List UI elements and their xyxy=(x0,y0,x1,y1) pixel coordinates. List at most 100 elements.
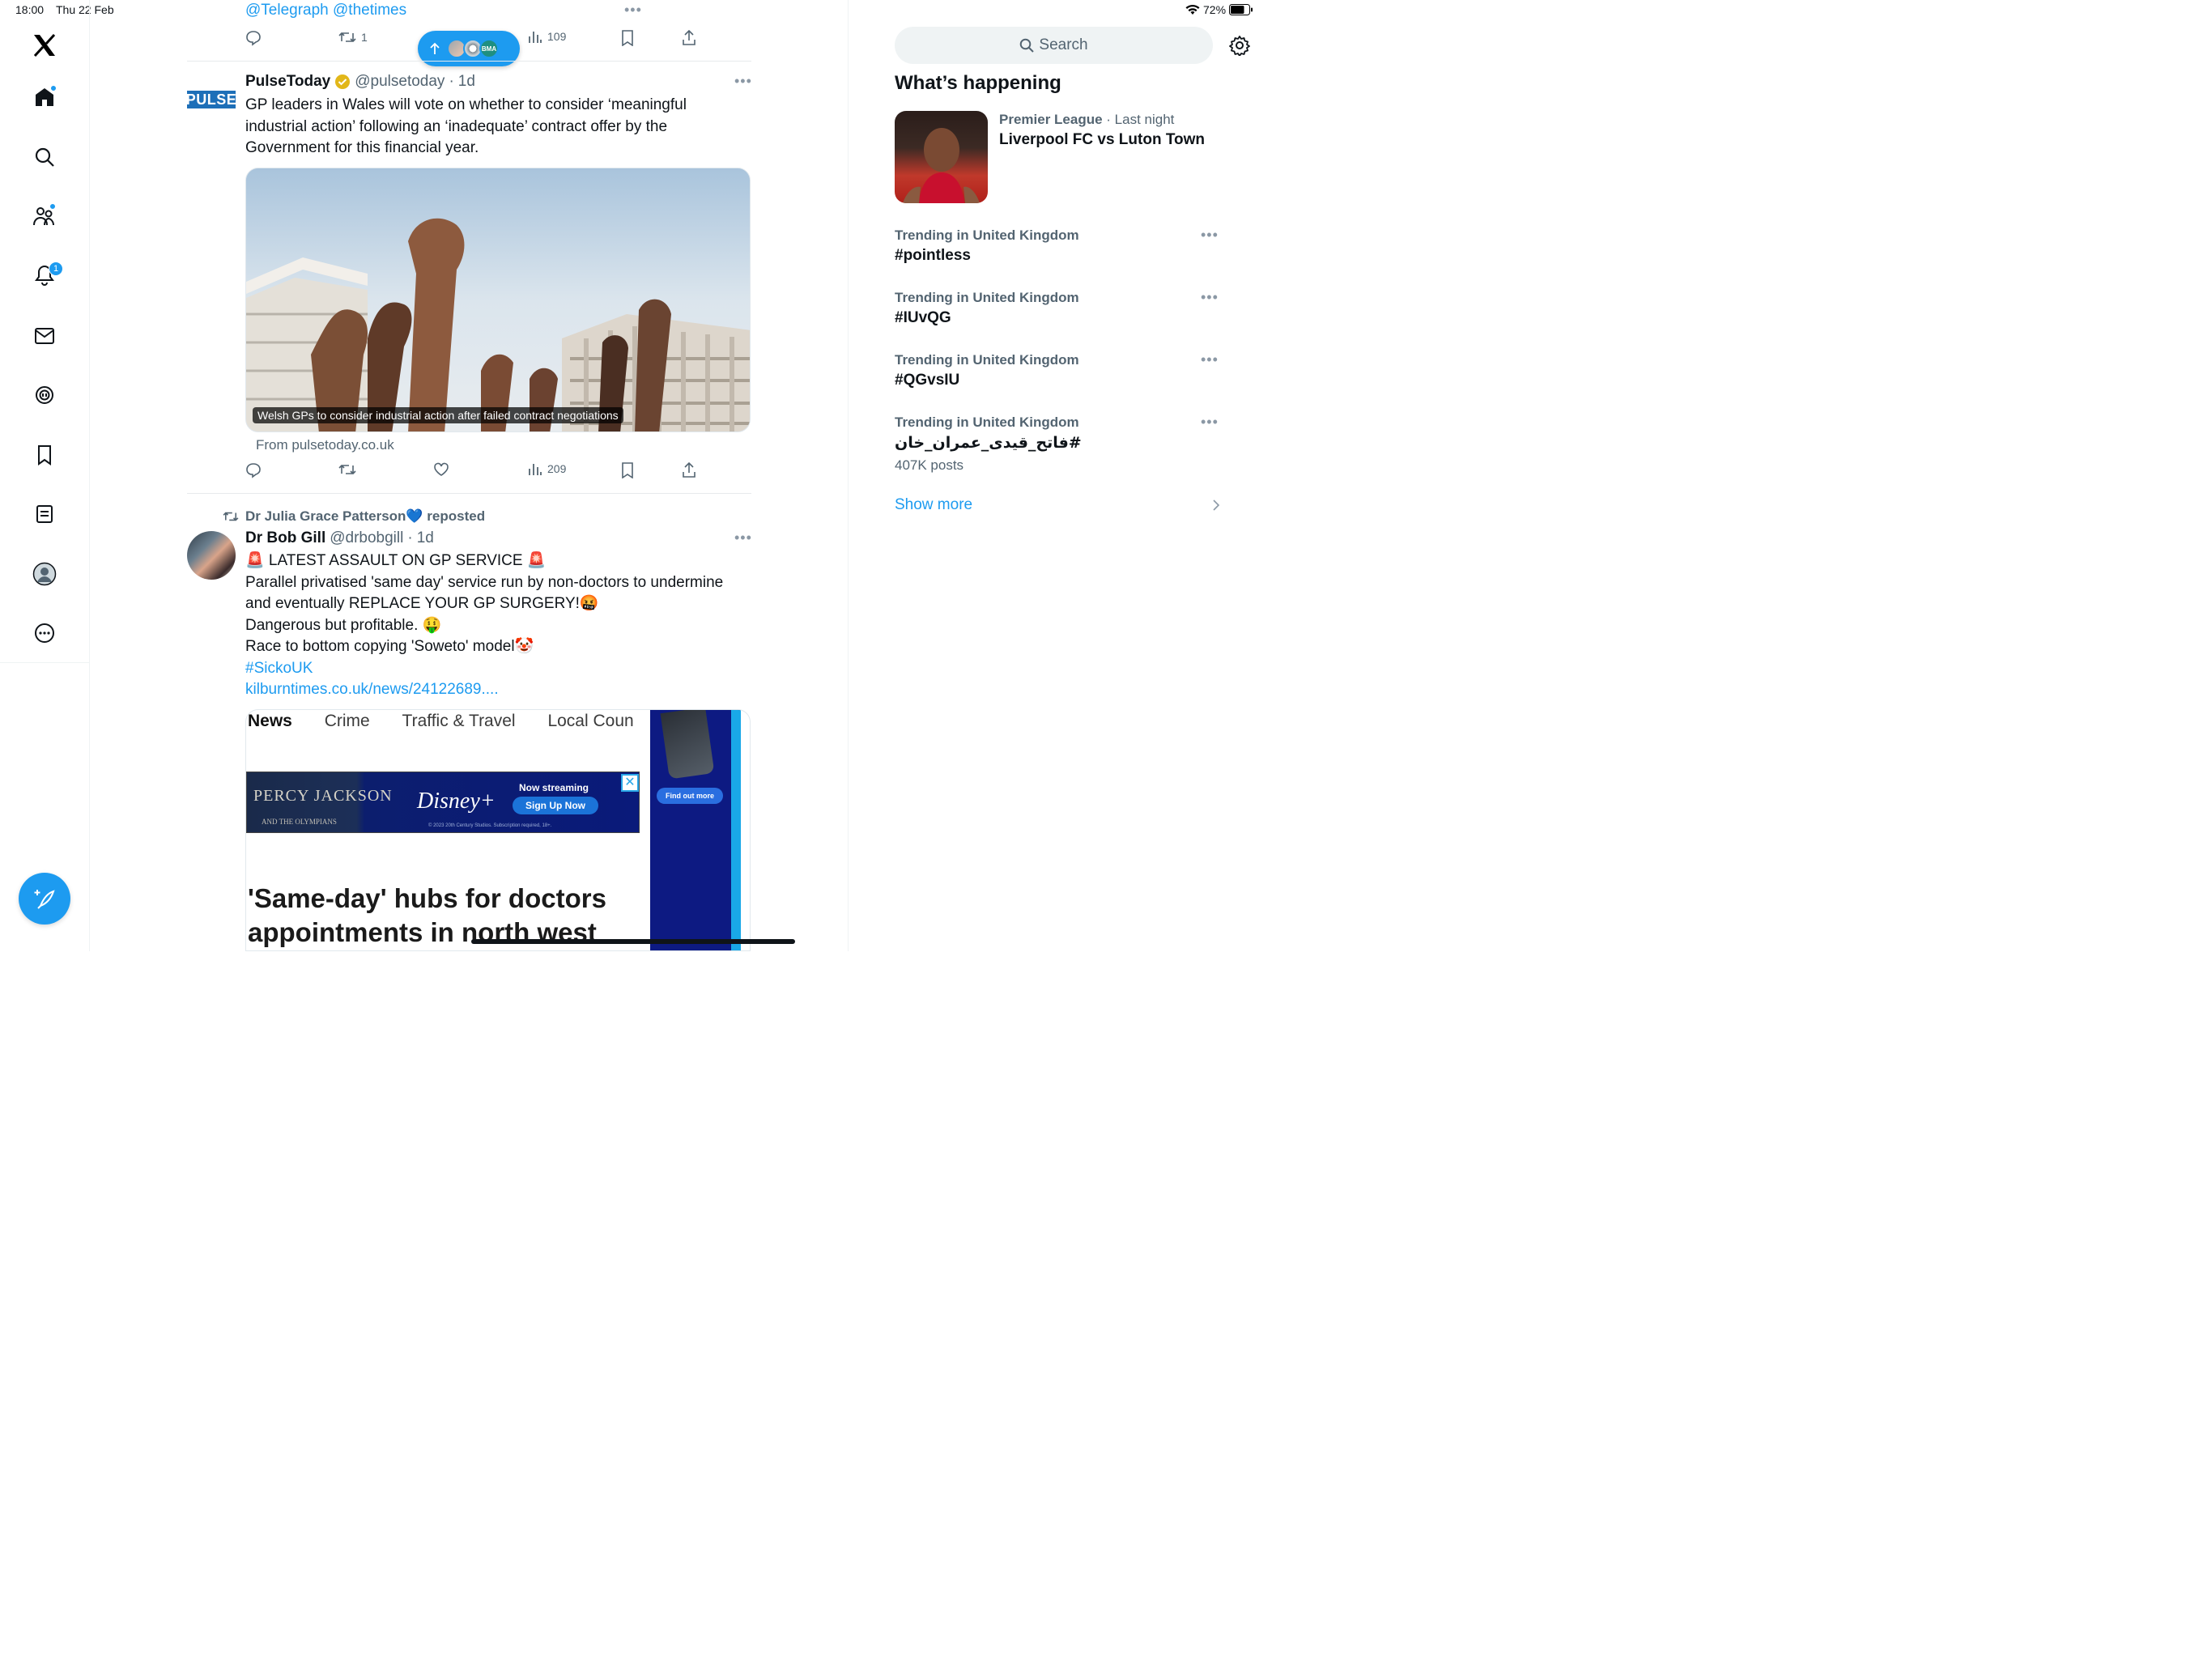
x-logo-icon[interactable] xyxy=(30,31,59,60)
featured-trend-title[interactable]: Liverpool FC vs Luton Town xyxy=(999,131,1205,149)
ad-close-icon[interactable]: ✕ xyxy=(621,774,639,792)
views-chart-icon xyxy=(529,32,542,43)
post-time[interactable]: 1d xyxy=(417,529,434,547)
article-nav: News Crime Traffic & Travel Local Coun xyxy=(248,712,634,730)
arrow-up-icon xyxy=(430,42,440,54)
more-options-icon[interactable]: ••• xyxy=(734,529,752,546)
verified-gold-icon xyxy=(335,74,351,89)
link-card-image[interactable]: Welsh GPs to consider industrial action … xyxy=(245,168,751,432)
reply-button[interactable] xyxy=(245,462,262,478)
trend-context: Trending in United Kingdom xyxy=(895,290,1079,305)
more-options-icon[interactable]: ••• xyxy=(734,73,752,90)
retweet-icon xyxy=(223,512,239,521)
trend-name[interactable]: #QGvsIU xyxy=(895,372,959,389)
trend-context: Trending in United Kingdom xyxy=(895,227,1079,243)
trend-context: Trending in United Kingdom xyxy=(895,414,1079,430)
disney-ad-banner[interactable]: PERCY JACKSON AND THE OLYMPIANS Disney+ … xyxy=(246,772,640,833)
bookmark-button[interactable] xyxy=(621,30,634,46)
article-link[interactable]: kilburntimes.co.uk/news/24122689.... xyxy=(245,679,723,701)
link-card-caption: Welsh GPs to consider industrial action … xyxy=(253,407,623,423)
featured-trend-image[interactable] xyxy=(895,111,988,203)
reply-button[interactable] xyxy=(245,30,262,46)
reply-icon xyxy=(246,31,261,46)
search-icon xyxy=(1020,38,1035,53)
reposted-by-text[interactable]: Dr Julia Grace Patterson💙 reposted xyxy=(245,508,485,525)
tweet2-header: Dr Bob Gill @drbobgill · 1d xyxy=(245,529,434,547)
like-button[interactable] xyxy=(433,462,449,477)
trend-name[interactable]: #IUvQG xyxy=(895,309,951,327)
profile-avatar-icon[interactable] xyxy=(30,559,59,589)
post-time[interactable]: 1d xyxy=(458,73,475,91)
compose-post-button[interactable] xyxy=(19,873,70,925)
article-headline: 'Same-day' hubs for doctors appointments… xyxy=(248,883,606,947)
author-handle[interactable]: @pulsetoday xyxy=(355,73,445,91)
trend-post-count: 407K posts xyxy=(895,457,964,473)
trend-context: Trending in United Kingdom xyxy=(895,352,1079,368)
share-button[interactable] xyxy=(682,462,696,478)
battery-percent: 72% xyxy=(1203,3,1227,16)
left-nav: 1 xyxy=(0,0,90,951)
battery-icon xyxy=(1229,4,1253,15)
trend-name[interactable]: #pointless xyxy=(895,247,971,265)
home-indicator[interactable] xyxy=(471,939,795,944)
search-placeholder: Search xyxy=(1039,36,1088,53)
author-handle[interactable]: @drbobgill xyxy=(330,529,403,547)
pulsetoday-avatar[interactable]: PULSE xyxy=(186,91,236,108)
views-chart-icon xyxy=(529,464,542,475)
bookmark-icon xyxy=(622,462,633,478)
view-count: 209 xyxy=(547,462,567,475)
drbobgill-avatar[interactable] xyxy=(187,531,236,580)
author-name[interactable]: PulseToday xyxy=(245,73,330,91)
article-preview-image[interactable]: News Crime Traffic & Travel Local Coun P… xyxy=(245,709,751,951)
mentions-link[interactable]: @Telegraph @thetimes xyxy=(245,2,406,19)
communities-icon[interactable] xyxy=(30,202,59,231)
share-icon xyxy=(683,462,696,478)
tweet-divider xyxy=(187,61,751,62)
phone-image xyxy=(660,710,715,780)
trend-more-icon[interactable]: ••• xyxy=(1201,351,1219,368)
bookmark-icon xyxy=(622,30,633,46)
messages-icon[interactable] xyxy=(30,321,59,351)
retweet-button[interactable]: 1 xyxy=(338,30,368,45)
view-count: 109 xyxy=(547,30,567,43)
trend-more-icon[interactable]: ••• xyxy=(1201,414,1219,431)
views-button[interactable]: 209 xyxy=(528,462,566,475)
pill-avatar-bma: BMA xyxy=(479,39,499,58)
search-icon[interactable] xyxy=(30,142,59,172)
tweet1-header: PulseToday @pulsetoday · 1d xyxy=(245,73,475,91)
hashtag-link[interactable]: #SickoUK xyxy=(245,658,723,680)
share-button[interactable] xyxy=(682,30,696,46)
grok-icon[interactable] xyxy=(30,380,59,410)
settings-gear-icon[interactable] xyxy=(1229,35,1250,60)
raised-fists-image xyxy=(246,168,750,432)
featured-trend-meta: Premier League · Last night xyxy=(999,112,1175,127)
trend-more-icon[interactable]: ••• xyxy=(1201,227,1219,244)
author-name[interactable]: Dr Bob Gill xyxy=(245,529,325,547)
whats-happening-heading: What’s happening xyxy=(895,72,1061,94)
feather-plus-icon xyxy=(34,890,55,909)
show-more-link[interactable]: Show more xyxy=(895,496,972,514)
retweet-icon xyxy=(338,32,356,42)
retweet-button[interactable] xyxy=(338,462,356,477)
status-right: 72% xyxy=(1185,3,1253,16)
bookmarks-icon[interactable] xyxy=(30,440,59,470)
retweet-icon xyxy=(338,465,356,474)
tweet1-text: GP leaders in Wales will vote on whether… xyxy=(245,96,687,156)
separator-dot: · xyxy=(407,529,413,546)
notifications-bell-icon[interactable]: 1 xyxy=(30,261,63,290)
more-options-icon[interactable]: ••• xyxy=(624,2,642,19)
tweet2-text: 🚨 LATEST ASSAULT ON GP SERVICE 🚨 Paralle… xyxy=(245,551,723,701)
more-menu-icon[interactable] xyxy=(30,619,59,648)
notifications-badge: 1 xyxy=(49,261,63,276)
bookmark-button[interactable] xyxy=(621,462,634,478)
link-card-source[interactable]: From pulsetoday.co.uk xyxy=(256,437,394,453)
trend-name[interactable]: #فاتح_قیدی_عمران_خان xyxy=(895,434,1082,452)
trend-more-icon[interactable]: ••• xyxy=(1201,289,1219,306)
share-icon xyxy=(683,30,696,45)
wifi-icon xyxy=(1185,4,1200,15)
lists-icon[interactable] xyxy=(30,500,59,529)
search-input[interactable]: Search xyxy=(895,27,1213,64)
home-icon[interactable] xyxy=(30,83,59,112)
side-ad[interactable]: Find out more xyxy=(650,710,741,950)
views-button[interactable]: 109 xyxy=(528,30,566,43)
